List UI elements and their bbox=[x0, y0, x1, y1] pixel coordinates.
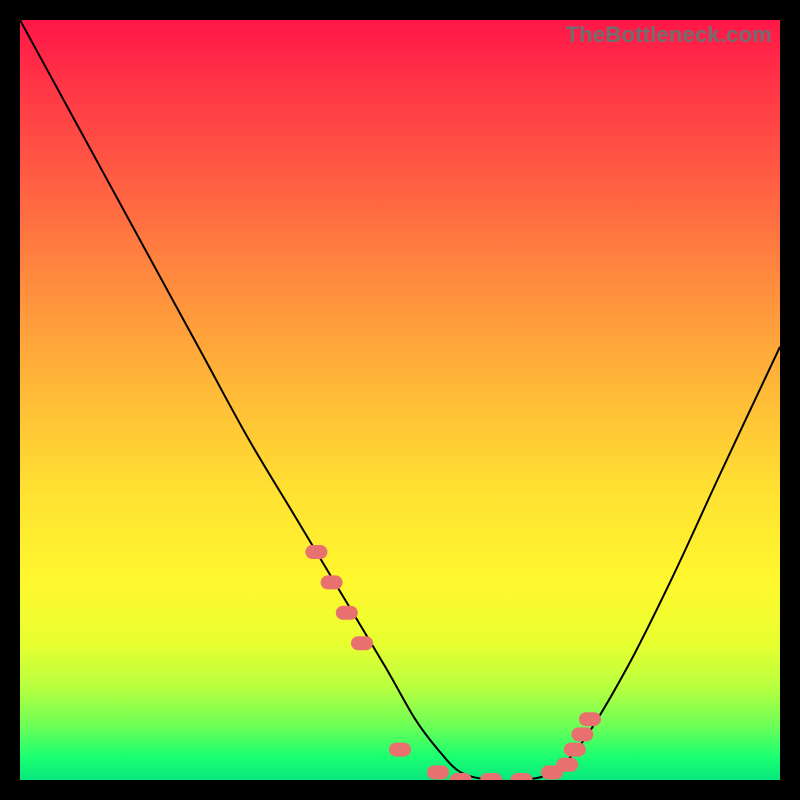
curve-marker bbox=[321, 575, 343, 589]
watermark-text: TheBottleneck.com bbox=[566, 22, 772, 48]
curve-marker bbox=[336, 606, 358, 620]
chart-svg bbox=[20, 20, 780, 780]
curve-marker bbox=[579, 712, 601, 726]
curve-marker bbox=[556, 758, 578, 772]
curve-marker bbox=[427, 765, 449, 779]
curve-marker bbox=[511, 773, 533, 780]
curve-marker bbox=[450, 773, 472, 780]
curve-marker bbox=[351, 636, 373, 650]
curve-marker bbox=[564, 743, 586, 757]
curve-marker bbox=[389, 743, 411, 757]
bottleneck-curve bbox=[20, 20, 780, 780]
curve-marker bbox=[571, 727, 593, 741]
curve-marker bbox=[480, 773, 502, 780]
chart-frame: TheBottleneck.com bbox=[20, 20, 780, 780]
curve-marker bbox=[305, 545, 327, 559]
